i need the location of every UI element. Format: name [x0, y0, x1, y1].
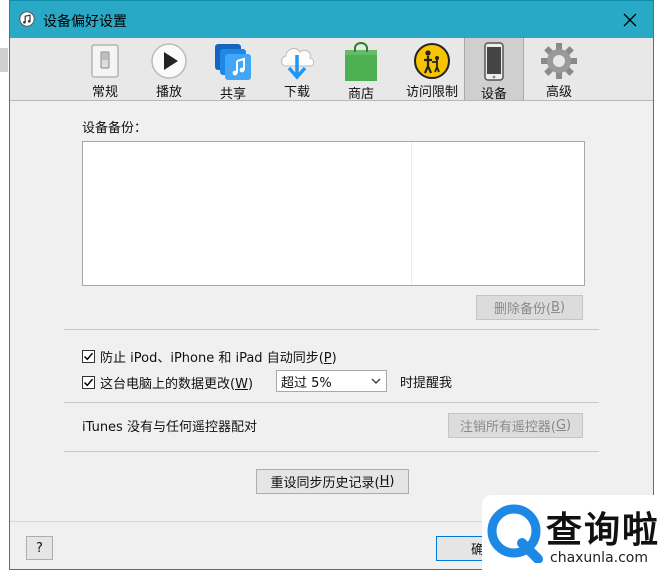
tab-restrictions-label: 访问限制 — [405, 85, 458, 100]
remind-me-text: 时提醒我 — [400, 376, 453, 391]
tab-sharing[interactable]: 共享 — [202, 38, 264, 102]
tab-sharing-label: 共享 — [219, 87, 246, 102]
tab-general-label: 常规 — [91, 85, 118, 100]
tab-download-label: 下载 — [283, 85, 310, 100]
data-change-warning-option: 这台电脑上的数据更改(W) — [82, 373, 253, 392]
tab-store[interactable]: 商店 — [330, 38, 392, 102]
parental-controls-icon — [414, 43, 450, 79]
separator — [64, 329, 599, 330]
gear-icon — [541, 43, 577, 79]
help-button[interactable]: ? — [26, 536, 53, 560]
tab-devices[interactable]: 设备 — [464, 38, 524, 102]
tab-advanced[interactable]: 高级 — [528, 38, 590, 100]
iphone-icon — [484, 42, 504, 81]
tab-devices-label: 设备 — [480, 87, 507, 102]
tab-general[interactable]: 常规 — [74, 38, 136, 100]
window-title: 设备偏好设置 — [43, 14, 127, 30]
shopping-bag-icon — [345, 42, 377, 81]
tab-download[interactable]: 下载 — [266, 38, 328, 100]
checkmark-icon — [83, 378, 94, 387]
unregister-remotes-button[interactable]: 注销所有遥控器(G) — [448, 413, 583, 438]
watermark-domain: chaxunla.com — [550, 550, 648, 566]
separator — [64, 402, 599, 403]
backup-list-column-divider — [411, 142, 412, 285]
checkmark-icon — [83, 352, 94, 361]
prevent-auto-sync-checkbox[interactable] — [82, 350, 95, 363]
close-icon — [623, 13, 637, 26]
prevent-auto-sync-option: 防止 iPod、iPhone 和 iPad 自动同步(P) — [82, 347, 337, 366]
reset-sync-history-button[interactable]: 重设同步历史记录(H) — [256, 469, 409, 494]
change-threshold-select[interactable]: 超过 5% — [276, 370, 387, 392]
cloud-download-icon — [281, 48, 315, 80]
chevron-down-icon — [371, 378, 381, 384]
preferences-window: 设备偏好设置 常规 播放 共享 下载 商店 访问限制 设备 高级 设备备份： 删… — [9, 0, 654, 570]
title-bar: 设备偏好设置 — [10, 1, 653, 38]
data-change-warning-checkbox[interactable] — [82, 376, 95, 389]
sharing-icon — [215, 44, 251, 80]
device-backups-label: 设备备份： — [82, 121, 148, 136]
data-change-warning-text: 这台电脑上的数据更改(W) — [100, 377, 254, 392]
tab-advanced-label: 高级 — [545, 85, 572, 100]
tab-playback-label: 播放 — [155, 85, 182, 100]
delete-backup-button[interactable]: 删除备份(B) — [476, 295, 583, 320]
magnifier-logo-icon — [487, 504, 543, 563]
backup-list[interactable] — [82, 141, 585, 286]
change-threshold-value: 超过 5% — [281, 375, 332, 391]
tab-store-label: 商店 — [347, 87, 374, 102]
remote-status-text: iTunes 没有与任何遥控器配对 — [82, 420, 257, 435]
tab-playback[interactable]: 播放 — [138, 38, 200, 100]
close-button[interactable] — [607, 1, 653, 38]
watermark-brand: 查询啦 — [546, 510, 661, 551]
general-switch-icon — [91, 44, 119, 78]
watermark-logo: 查询啦 chaxunla.com — [482, 495, 664, 582]
itunes-icon — [19, 11, 35, 27]
tab-restrictions[interactable]: 访问限制 — [398, 38, 466, 100]
preferences-toolbar: 常规 播放 共享 下载 商店 访问限制 设备 高级 — [10, 38, 653, 102]
desktop-background — [0, 48, 8, 72]
prevent-auto-sync-text: 防止 iPod、iPhone 和 iPad 自动同步(P) — [100, 351, 337, 366]
separator — [64, 451, 599, 452]
play-icon — [151, 43, 187, 79]
